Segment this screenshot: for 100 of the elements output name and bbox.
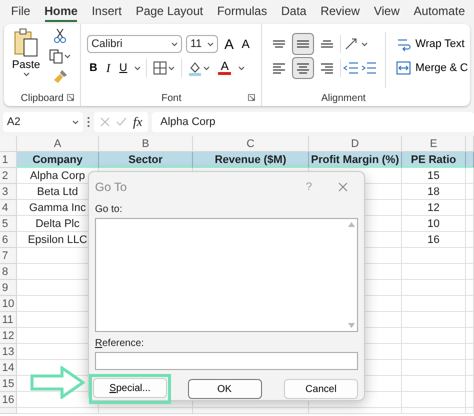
row-number[interactable]: 3 — [0, 184, 17, 200]
table-header-cell: Company — [17, 152, 99, 168]
row-number[interactable]: 13 — [0, 344, 17, 360]
empty-cell — [402, 280, 466, 296]
merge-button[interactable]: Merge & C — [394, 56, 470, 80]
group-label: Alignment — [321, 92, 366, 104]
caret-icon — [22, 72, 30, 77]
caret-icon — [361, 42, 368, 46]
wrap-icon — [396, 36, 412, 52]
increase-indent-icon[interactable] — [361, 61, 378, 75]
reference-field[interactable] — [95, 352, 358, 370]
horizontal-align-button[interactable] — [292, 57, 314, 79]
italic-button[interactable]: I — [104, 60, 112, 76]
insert-function-button[interactable]: fx — [133, 114, 142, 130]
caret-icon — [168, 66, 176, 70]
empty-cell — [402, 344, 466, 360]
merge-icon — [396, 61, 412, 75]
launcher-icon[interactable] — [67, 94, 74, 101]
decrease-indent-icon[interactable] — [343, 61, 360, 75]
clipboard-icon — [13, 28, 40, 58]
ribbon-tab[interactable]: Review — [313, 0, 367, 22]
column-header[interactable]: C — [193, 136, 309, 152]
borders-icon — [153, 61, 168, 75]
column-header[interactable]: E — [402, 136, 466, 152]
font-name-field[interactable]: Calibri — [87, 35, 182, 53]
row-number[interactable]: 14 — [0, 360, 17, 376]
align-icon — [296, 62, 310, 74]
paste-button[interactable]: Paste — [10, 28, 42, 90]
fill-color-button[interactable] — [187, 60, 212, 76]
formula-field[interactable]: Alpha Corp — [152, 112, 474, 132]
ribbon-tab[interactable]: View — [366, 0, 407, 22]
table-header-cell: Revenue ($M) — [193, 152, 309, 168]
row-number[interactable]: 7 — [0, 248, 17, 264]
row-number[interactable]: 2 — [0, 168, 17, 184]
row-number[interactable]: 16 — [0, 392, 17, 408]
row-number[interactable]: 6 — [0, 232, 17, 248]
copy-button[interactable] — [48, 48, 72, 65]
copy-icon — [49, 49, 64, 64]
empty-cell — [402, 328, 466, 344]
table-cell: 10 — [402, 216, 466, 232]
caret-icon — [203, 66, 210, 70]
row-number[interactable]: 5 — [0, 216, 17, 232]
empty-cell — [402, 312, 466, 328]
row-number[interactable]: 4 — [0, 200, 17, 216]
grow-font-button[interactable]: A — [222, 36, 236, 52]
group-label: Clipboard — [20, 92, 64, 104]
name-box[interactable]: A2 — [3, 112, 83, 132]
table-header-cell: Profit Margin (%) — [309, 152, 402, 168]
orientation-button[interactable] — [343, 36, 370, 52]
row-number[interactable]: 10 — [0, 296, 17, 312]
row-number[interactable]: 8 — [0, 264, 17, 280]
bold-button[interactable]: B — [87, 62, 100, 74]
table-cell: 15 — [402, 168, 466, 184]
caret-icon — [64, 54, 72, 59]
empty-cell — [402, 264, 466, 280]
ribbon-tab[interactable]: Data — [274, 0, 314, 22]
borders-button[interactable] — [152, 60, 176, 76]
align-icon — [272, 62, 286, 74]
row-number[interactable]: 15 — [0, 376, 17, 392]
wrap-text-button[interactable]: Wrap Text — [394, 32, 470, 56]
caret-icon — [207, 42, 214, 46]
caret-icon — [72, 120, 79, 124]
ribbon-tab[interactable]: Home — [37, 0, 85, 22]
row-number[interactable]: 9 — [0, 280, 17, 296]
align-icon — [320, 62, 334, 74]
table-header-cell: PE Ratio — [402, 152, 466, 168]
ribbon-tab[interactable]: File — [4, 0, 38, 22]
row-number[interactable]: 1 — [0, 152, 17, 168]
column-header[interactable]: B — [99, 136, 193, 152]
caret-icon — [238, 66, 246, 70]
row-number[interactable]: 11 — [0, 312, 17, 328]
column-header[interactable]: A — [17, 136, 99, 152]
vertical-align-button[interactable] — [292, 33, 314, 55]
caret-icon — [171, 42, 178, 46]
ribbon-tab[interactable]: Page Layout — [128, 0, 210, 22]
close-icon — [338, 182, 348, 192]
shrink-font-button[interactable]: A — [240, 37, 252, 51]
column-header[interactable]: D — [309, 136, 402, 152]
brush-icon[interactable] — [52, 69, 68, 84]
arrow-icon — [30, 366, 85, 399]
ribbon-tab[interactable]: Insert — [84, 0, 129, 22]
font-color-button[interactable]: A — [216, 61, 234, 75]
table-header-cell — [466, 152, 474, 168]
check-icon[interactable] — [116, 117, 127, 127]
launcher-icon[interactable] — [248, 94, 256, 101]
ribbon-tab[interactable]: Automate — [406, 0, 472, 22]
ribbon-tab[interactable]: Formulas — [210, 0, 274, 22]
dialog-button[interactable]: Special... — [93, 378, 167, 398]
row-number[interactable]: 12 — [0, 328, 17, 344]
align-icon — [320, 40, 334, 48]
underline-button[interactable]: U — [117, 62, 130, 74]
close-button[interactable] — [338, 182, 348, 192]
font-size-field[interactable]: 11 — [186, 35, 218, 53]
dialog-button[interactable]: OK — [188, 379, 262, 399]
scissors-icon[interactable] — [53, 28, 68, 44]
field-label: Reference: — [95, 338, 145, 349]
table-cell: 16 — [402, 232, 466, 248]
dialog-button[interactable]: Cancel — [284, 379, 358, 399]
align-icon — [296, 40, 310, 48]
empty-cell — [402, 296, 466, 312]
